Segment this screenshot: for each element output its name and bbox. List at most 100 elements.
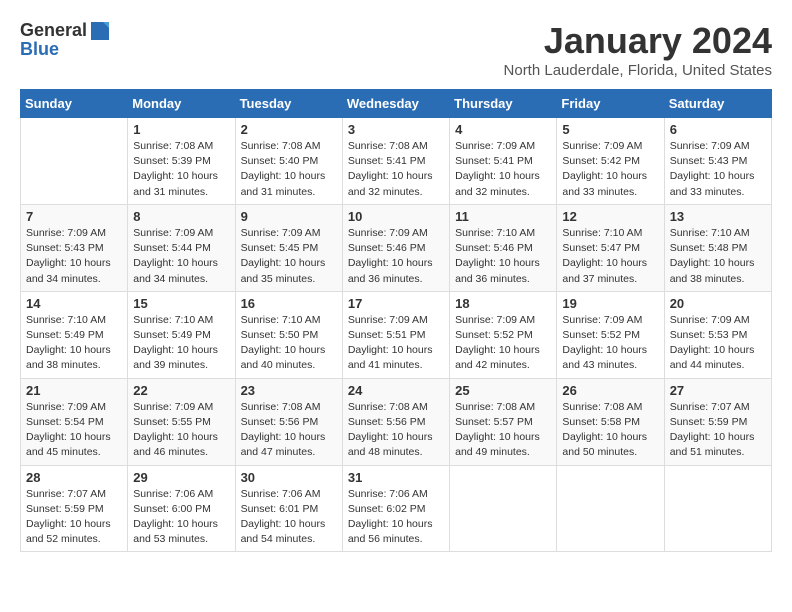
calendar-cell: 28 Sunrise: 7:07 AMSunset: 5:59 PMDayligh… xyxy=(21,465,128,552)
calendar-cell xyxy=(557,465,664,552)
calendar-cell: 22 Sunrise: 7:09 AMSunset: 5:55 PMDayligh… xyxy=(128,378,235,465)
calendar-cell: 10 Sunrise: 7:09 AMSunset: 5:46 PMDayligh… xyxy=(342,204,449,291)
week-row-5: 28 Sunrise: 7:07 AMSunset: 5:59 PMDayligh… xyxy=(21,465,772,552)
calendar-cell: 19Sunrise: 7:09 AMSunset: 5:52 PMDayligh… xyxy=(557,291,664,378)
calendar-cell: 27Sunrise: 7:07 AMSunset: 5:59 PMDayligh… xyxy=(664,378,771,465)
day-number: 2 xyxy=(241,122,337,137)
calendar-cell: 5 Sunrise: 7:09 AMSunset: 5:42 PMDaylight… xyxy=(557,118,664,205)
day-info: Sunrise: 7:08 AMSunset: 5:56 PMDaylight:… xyxy=(241,400,337,461)
day-of-week-tuesday: Tuesday xyxy=(235,90,342,118)
day-info: Sunrise: 7:09 AMSunset: 5:52 PMDaylight:… xyxy=(562,313,658,374)
day-number: 18 xyxy=(455,296,551,311)
days-of-week-row: SundayMondayTuesdayWednesdayThursdayFrid… xyxy=(21,90,772,118)
day-info: Sunrise: 7:08 AMSunset: 5:39 PMDaylight:… xyxy=(133,139,229,200)
day-info: Sunrise: 7:10 AMSunset: 5:46 PMDaylight:… xyxy=(455,226,551,287)
calendar-cell: 31 Sunrise: 7:06 AMSunset: 6:02 PMDayligh… xyxy=(342,465,449,552)
calendar-cell: 11Sunrise: 7:10 AMSunset: 5:46 PMDayligh… xyxy=(450,204,557,291)
day-info: Sunrise: 7:06 AMSunset: 6:00 PMDaylight:… xyxy=(133,487,229,548)
calendar-cell xyxy=(21,118,128,205)
day-number: 6 xyxy=(670,122,766,137)
day-info: Sunrise: 7:09 AMSunset: 5:43 PMDaylight:… xyxy=(670,139,766,200)
day-number: 24 xyxy=(348,383,444,398)
day-number: 20 xyxy=(670,296,766,311)
day-info: Sunrise: 7:08 AMSunset: 5:57 PMDaylight:… xyxy=(455,400,551,461)
calendar-cell: 18Sunrise: 7:09 AMSunset: 5:52 PMDayligh… xyxy=(450,291,557,378)
calendar-cell: 8 Sunrise: 7:09 AMSunset: 5:44 PMDaylight… xyxy=(128,204,235,291)
day-number: 28 xyxy=(26,470,122,485)
calendar-cell: 13 Sunrise: 7:10 AMSunset: 5:48 PMDayligh… xyxy=(664,204,771,291)
day-info: Sunrise: 7:10 AMSunset: 5:49 PMDaylight:… xyxy=(26,313,122,374)
calendar-cell: 17Sunrise: 7:09 AMSunset: 5:51 PMDayligh… xyxy=(342,291,449,378)
day-number: 7 xyxy=(26,209,122,224)
day-of-week-wednesday: Wednesday xyxy=(342,90,449,118)
day-number: 23 xyxy=(241,383,337,398)
calendar-cell: 7 Sunrise: 7:09 AMSunset: 5:43 PMDaylight… xyxy=(21,204,128,291)
calendar-cell: 15 Sunrise: 7:10 AMSunset: 5:49 PMDayligh… xyxy=(128,291,235,378)
day-info: Sunrise: 7:10 AMSunset: 5:49 PMDaylight:… xyxy=(133,313,229,374)
calendar-cell xyxy=(664,465,771,552)
day-number: 22 xyxy=(133,383,229,398)
day-number: 16 xyxy=(241,296,337,311)
calendar-cell xyxy=(450,465,557,552)
day-number: 14 xyxy=(26,296,122,311)
logo-blue-text: Blue xyxy=(20,40,111,60)
day-number: 3 xyxy=(348,122,444,137)
day-info: Sunrise: 7:09 AMSunset: 5:43 PMDaylight:… xyxy=(26,226,122,287)
week-row-1: 1 Sunrise: 7:08 AMSunset: 5:39 PMDaylight… xyxy=(21,118,772,205)
day-of-week-sunday: Sunday xyxy=(21,90,128,118)
logo-icon xyxy=(89,20,111,42)
calendar-cell: 16 Sunrise: 7:10 AMSunset: 5:50 PMDayligh… xyxy=(235,291,342,378)
day-info: Sunrise: 7:09 AMSunset: 5:41 PMDaylight:… xyxy=(455,139,551,200)
day-number: 25 xyxy=(455,383,551,398)
day-info: Sunrise: 7:09 AMSunset: 5:53 PMDaylight:… xyxy=(670,313,766,374)
day-number: 21 xyxy=(26,383,122,398)
week-row-4: 21Sunrise: 7:09 AMSunset: 5:54 PMDayligh… xyxy=(21,378,772,465)
calendar-cell: 9 Sunrise: 7:09 AMSunset: 5:45 PMDaylight… xyxy=(235,204,342,291)
title-area: January 2024 North Lauderdale, Florida, … xyxy=(504,20,772,79)
day-number: 13 xyxy=(670,209,766,224)
calendar-cell: 4 Sunrise: 7:09 AMSunset: 5:41 PMDaylight… xyxy=(450,118,557,205)
day-number: 4 xyxy=(455,122,551,137)
day-number: 29 xyxy=(133,470,229,485)
day-number: 8 xyxy=(133,209,229,224)
day-info: Sunrise: 7:10 AMSunset: 5:48 PMDaylight:… xyxy=(670,226,766,287)
calendar-cell: 20 Sunrise: 7:09 AMSunset: 5:53 PMDayligh… xyxy=(664,291,771,378)
day-number: 5 xyxy=(562,122,658,137)
day-info: Sunrise: 7:07 AMSunset: 5:59 PMDaylight:… xyxy=(26,487,122,548)
day-number: 27 xyxy=(670,383,766,398)
day-number: 1 xyxy=(133,122,229,137)
day-info: Sunrise: 7:09 AMSunset: 5:44 PMDaylight:… xyxy=(133,226,229,287)
day-of-week-monday: Monday xyxy=(128,90,235,118)
day-number: 26 xyxy=(562,383,658,398)
calendar-header: SundayMondayTuesdayWednesdayThursdayFrid… xyxy=(21,90,772,118)
calendar-cell: 1 Sunrise: 7:08 AMSunset: 5:39 PMDaylight… xyxy=(128,118,235,205)
day-info: Sunrise: 7:06 AMSunset: 6:01 PMDaylight:… xyxy=(241,487,337,548)
day-info: Sunrise: 7:08 AMSunset: 5:41 PMDaylight:… xyxy=(348,139,444,200)
day-number: 9 xyxy=(241,209,337,224)
month-title: January 2024 xyxy=(504,20,772,62)
day-info: Sunrise: 7:10 AMSunset: 5:50 PMDaylight:… xyxy=(241,313,337,374)
calendar-cell: 21Sunrise: 7:09 AMSunset: 5:54 PMDayligh… xyxy=(21,378,128,465)
calendar-table: SundayMondayTuesdayWednesdayThursdayFrid… xyxy=(20,89,772,552)
day-info: Sunrise: 7:09 AMSunset: 5:46 PMDaylight:… xyxy=(348,226,444,287)
day-info: Sunrise: 7:09 AMSunset: 5:45 PMDaylight:… xyxy=(241,226,337,287)
calendar-cell: 25 Sunrise: 7:08 AMSunset: 5:57 PMDayligh… xyxy=(450,378,557,465)
day-number: 12 xyxy=(562,209,658,224)
calendar-cell: 12Sunrise: 7:10 AMSunset: 5:47 PMDayligh… xyxy=(557,204,664,291)
day-info: Sunrise: 7:09 AMSunset: 5:55 PMDaylight:… xyxy=(133,400,229,461)
day-of-week-friday: Friday xyxy=(557,90,664,118)
day-number: 15 xyxy=(133,296,229,311)
day-number: 10 xyxy=(348,209,444,224)
calendar-cell: 2 Sunrise: 7:08 AMSunset: 5:40 PMDaylight… xyxy=(235,118,342,205)
day-number: 31 xyxy=(348,470,444,485)
calendar-cell: 29 Sunrise: 7:06 AMSunset: 6:00 PMDayligh… xyxy=(128,465,235,552)
day-info: Sunrise: 7:09 AMSunset: 5:42 PMDaylight:… xyxy=(562,139,658,200)
calendar-cell: 24Sunrise: 7:08 AMSunset: 5:56 PMDayligh… xyxy=(342,378,449,465)
calendar-cell: 23 Sunrise: 7:08 AMSunset: 5:56 PMDayligh… xyxy=(235,378,342,465)
calendar-body: 1 Sunrise: 7:08 AMSunset: 5:39 PMDaylight… xyxy=(21,118,772,552)
day-info: Sunrise: 7:06 AMSunset: 6:02 PMDaylight:… xyxy=(348,487,444,548)
day-info: Sunrise: 7:08 AMSunset: 5:40 PMDaylight:… xyxy=(241,139,337,200)
calendar-cell: 14 Sunrise: 7:10 AMSunset: 5:49 PMDayligh… xyxy=(21,291,128,378)
day-info: Sunrise: 7:08 AMSunset: 5:58 PMDaylight:… xyxy=(562,400,658,461)
logo-general-text: General xyxy=(20,21,87,41)
